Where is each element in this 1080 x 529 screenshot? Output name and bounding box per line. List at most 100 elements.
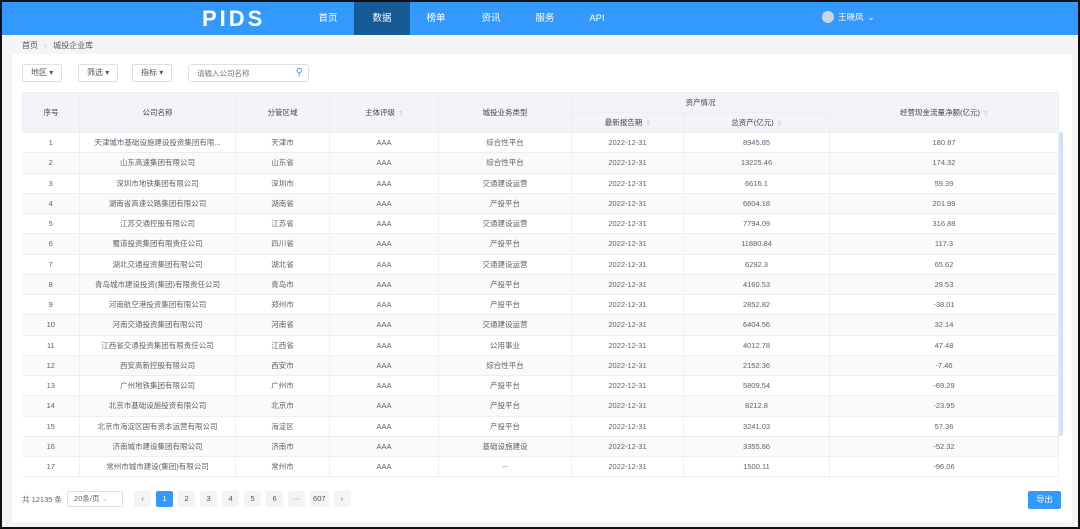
nav-api[interactable]: API xyxy=(569,2,625,35)
company-name-cell[interactable]: 广州地铁集团有限公司 xyxy=(79,375,236,397)
company-name-cell[interactable]: 常州市城市建设(集团)有限公司 xyxy=(79,456,236,478)
row-index-cell: 12 xyxy=(22,355,80,377)
company-name-cell[interactable]: 湖北交通投资集团有限公司 xyxy=(79,254,236,275)
operating-cashflow-cell: 29.53 xyxy=(829,274,1059,296)
company-name-cell[interactable]: 湖南省高速公路集团有限公司 xyxy=(79,193,236,215)
table-row[interactable]: 9 河南航空港投资集团有限公司 郑州市 AAA 产投平台 2022-12-31 2852.8… xyxy=(22,294,1059,316)
operating-cashflow-cell: 117.3 xyxy=(829,233,1059,255)
rating-cell: AAA xyxy=(329,395,439,417)
table-row[interactable]: 15 北京市海淀区国有资本运营有限公司 海淀区 AAA 产投平台 2022-12-31 32… xyxy=(22,416,1059,437)
sort-icon[interactable]: ⇕ xyxy=(645,121,650,127)
sort-icon[interactable]: ⇕ xyxy=(398,111,403,117)
total-assets-cell: 4012.78 xyxy=(683,335,830,356)
table-scrollbar[interactable] xyxy=(1059,132,1063,436)
operating-cashflow-cell: -69.29 xyxy=(829,375,1059,397)
indicator-filter[interactable]: 指标 ▾ xyxy=(132,64,173,82)
prev-page-button[interactable]: ‹ xyxy=(134,491,152,507)
company-name-cell[interactable]: 北京市海淀区国有资本运营有限公司 xyxy=(79,416,236,437)
table-row[interactable]: 2 山东高速集团有限公司 山东省 AAA 综合性平台 2022-12-31 13225.46… xyxy=(22,152,1059,174)
table-row[interactable]: 17 常州市城市建设(集团)有限公司 常州市 AAA -- 2022-12-31 1500.… xyxy=(22,456,1059,478)
table-row[interactable]: 16 济南城市建设集团有限公司 济南市 AAA 基础设施建设 2022-12-31 3355… xyxy=(22,436,1059,458)
company-name-cell[interactable]: 西安高新控股有限公司 xyxy=(79,355,236,377)
page-button[interactable]: 607 xyxy=(310,491,329,507)
more-pages-button[interactable]: ··· xyxy=(288,491,306,507)
operating-cashflow-cell: 316.88 xyxy=(829,213,1059,235)
search-icon[interactable]: ⚲ xyxy=(296,67,303,78)
rating-cell: AAA xyxy=(329,355,439,377)
table-row[interactable]: 14 北京市基础设施投资有限公司 北京市 AAA 产投平台 2022-12-31 8212.… xyxy=(22,395,1059,417)
export-button[interactable]: 导出 xyxy=(1028,491,1061,509)
breadcrumb-home[interactable]: 首页 xyxy=(22,41,38,50)
rating-cell: AAA xyxy=(329,233,439,255)
company-name-cell[interactable]: 山东高速集团有限公司 xyxy=(79,152,236,174)
report-date-cell: 2022-12-31 xyxy=(571,152,684,174)
report-date-cell: 2022-12-31 xyxy=(571,193,684,215)
table-row[interactable]: 8 青岛城市建设投资(集团)有限责任公司 青岛市 AAA 产投平台 2022-12-31 4… xyxy=(22,274,1059,296)
company-name-cell[interactable]: 北京市基础设施投资有限公司 xyxy=(79,395,236,417)
page-list: 1 2 3 4 5 6 ··· 607 xyxy=(156,491,329,507)
operating-cashflow-cell: -38.01 xyxy=(829,294,1059,316)
region-cell: 湖北省 xyxy=(235,254,330,275)
company-name-cell[interactable]: 济南城市建设集团有限公司 xyxy=(79,436,236,458)
nav-services[interactable]: 服务 xyxy=(517,2,573,35)
region-cell: 海淀区 xyxy=(235,416,330,437)
screen-filter[interactable]: 筛选 ▾ xyxy=(78,64,119,82)
company-name-cell[interactable]: 深圳市地铁集团有限公司 xyxy=(79,173,236,194)
report-date-cell: 2022-12-31 xyxy=(571,456,684,478)
table-row[interactable]: 4 湖南省高速公路集团有限公司 湖南省 AAA 产投平台 2022-12-31 6604.1… xyxy=(22,193,1059,215)
row-index-cell: 5 xyxy=(22,213,80,235)
rating-cell: AAA xyxy=(329,456,439,478)
caret-down-icon: ▾ xyxy=(159,68,164,77)
sort-icon[interactable]: ⇕ xyxy=(983,111,988,117)
business-type-cell: 公用事业 xyxy=(438,335,572,356)
header-cashflow[interactable]: 经营现金流量净额(亿元) ⇕ xyxy=(829,92,1059,133)
table-row[interactable]: 5 江苏交通控股有限公司 江苏省 AAA 交通建设运营 2022-12-31 7794.09… xyxy=(22,213,1059,235)
header-company: 公司名称 xyxy=(79,92,236,133)
header-report-date[interactable]: 最新报告期 ⇕ xyxy=(571,112,684,133)
company-name-cell[interactable]: 江西省交通投资集团有限责任公司 xyxy=(79,335,236,356)
table-row[interactable]: 3 深圳市地铁集团有限公司 深圳市 AAA 交通建设运营 2022-12-31 6616.1… xyxy=(22,173,1059,194)
table-row[interactable]: 1 天津城市基础设施建设投资集团有限... 天津市 AAA 综合性平台 2022-12-3… xyxy=(22,132,1059,154)
rating-cell: AAA xyxy=(329,294,439,316)
screen-filter-label: 筛选 xyxy=(87,68,103,77)
page-button[interactable]: 3 xyxy=(200,491,218,507)
nav-data[interactable]: 数据 xyxy=(354,2,410,35)
table-row[interactable]: 12 西安高新控股有限公司 西安市 AAA 综合性平台 2022-12-31 2152.36… xyxy=(22,355,1059,377)
company-name-cell[interactable]: 天津城市基础设施建设投资集团有限... xyxy=(79,132,236,154)
nav-news[interactable]: 资讯 xyxy=(463,2,519,35)
page-button[interactable]: 4 xyxy=(222,491,240,507)
table-row[interactable]: 10 河南交通投资集团有限公司 河南省 AAA 交通建设运营 2022-12-31 6404… xyxy=(22,314,1059,336)
company-name-cell[interactable]: 河南交通投资集团有限公司 xyxy=(79,314,236,336)
page-button[interactable]: 6 xyxy=(266,491,284,507)
company-name-cell[interactable]: 江苏交通控股有限公司 xyxy=(79,213,236,235)
logo[interactable]: PIDS xyxy=(202,6,265,32)
page-button[interactable]: 2 xyxy=(178,491,196,507)
table-row[interactable]: 6 蜀道投资集团有限责任公司 四川省 AAA 产投平台 2022-12-31 11880.8… xyxy=(22,233,1059,255)
page-size-select[interactable]: 20条/页 ⌄ xyxy=(67,491,124,507)
nav-rankings[interactable]: 榜单 xyxy=(408,2,464,35)
page-button[interactable]: 5 xyxy=(244,491,262,507)
company-name-cell[interactable]: 青岛城市建设投资(集团)有限责任公司 xyxy=(79,274,236,296)
business-type-cell: 综合性平台 xyxy=(438,355,572,377)
company-name-cell[interactable]: 河南航空港投资集团有限公司 xyxy=(79,294,236,316)
header-total-assets[interactable]: 总资产(亿元) ⇕ xyxy=(683,112,830,133)
total-assets-cell: 3355.86 xyxy=(683,436,830,458)
user-menu[interactable]: 王晓凤 ⌄ xyxy=(822,11,875,23)
caret-down-icon: ▾ xyxy=(49,68,54,77)
table-row[interactable]: 11 江西省交通投资集团有限责任公司 江西省 AAA 公用事业 2022-12-31 401… xyxy=(22,335,1059,356)
company-name-cell[interactable]: 蜀道投资集团有限责任公司 xyxy=(79,233,236,255)
operating-cashflow-cell: -23.95 xyxy=(829,395,1059,417)
table-row[interactable]: 13 广州地铁集团有限公司 广州市 AAA 产投平台 2022-12-31 5809.54-… xyxy=(22,375,1059,397)
sort-icon[interactable]: ⇕ xyxy=(777,121,782,127)
region-cell: 西安市 xyxy=(235,355,330,377)
nav-home[interactable]: 首页 xyxy=(300,2,356,35)
header-total-assets-label: 总资产(亿元) xyxy=(731,118,774,127)
page-button[interactable]: 1 xyxy=(156,491,174,507)
row-index-cell: 15 xyxy=(22,416,80,437)
header-rating[interactable]: 主体评级 ⇕ xyxy=(329,92,439,133)
search-input[interactable] xyxy=(189,65,284,81)
region-filter[interactable]: 地区 ▾ xyxy=(22,64,63,82)
table-row[interactable]: 7 湖北交通投资集团有限公司 湖北省 AAA 交通建设运营 2022-12-31 6292.… xyxy=(22,254,1059,275)
next-page-button[interactable]: › xyxy=(333,491,351,507)
operating-cashflow-cell: 201.99 xyxy=(829,193,1059,215)
